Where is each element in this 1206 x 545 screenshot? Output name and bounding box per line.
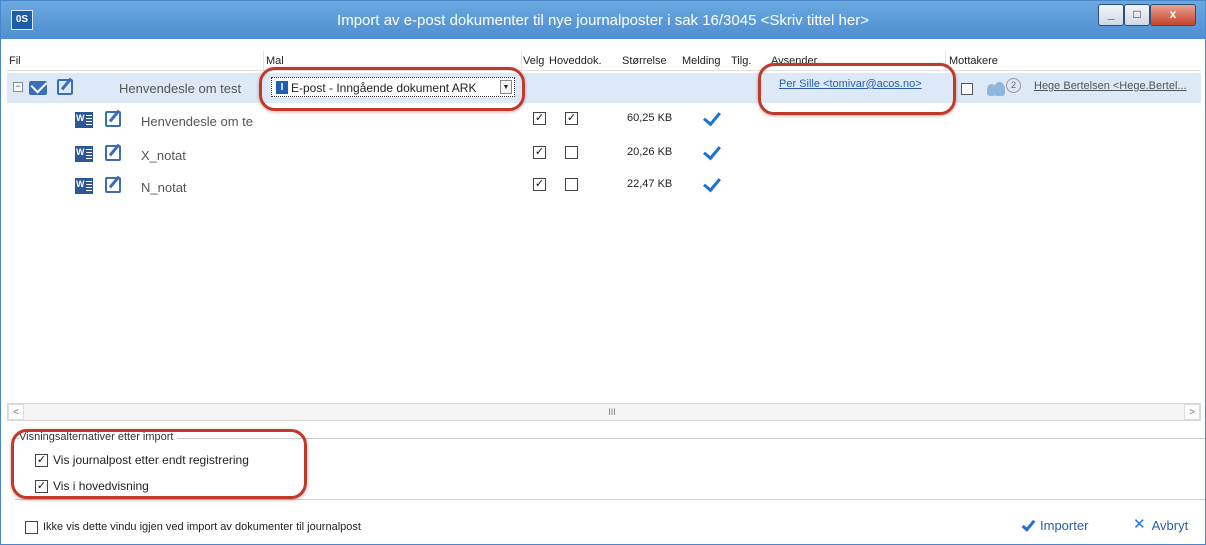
annotation-oval-sender — [758, 63, 956, 115]
col-velg[interactable]: Velg — [523, 55, 544, 67]
file-row[interactable]: Henvendesle om te ✓ ✓ 60,25 KB — [7, 107, 1201, 135]
import-button[interactable]: Importer — [1021, 517, 1089, 533]
group-row[interactable]: − Henvendesle om test — [7, 73, 1201, 103]
window-title: Import av e-post dokumenter til nye jour… — [337, 12, 869, 29]
col-mottakere[interactable]: Mottakere — [949, 55, 998, 67]
velg-checkbox[interactable]: ✓ — [533, 178, 546, 191]
cancel-button[interactable]: ✕ Avbryt — [1133, 516, 1189, 533]
edit-icon[interactable] — [105, 111, 121, 127]
horizontal-scrollbar[interactable]: < III > — [7, 403, 1201, 421]
recipient-checkbox[interactable] — [961, 83, 973, 95]
velg-checkbox[interactable]: ✓ — [533, 112, 546, 125]
col-melding[interactable]: Melding — [682, 55, 721, 67]
check-icon — [1021, 517, 1036, 532]
dont-show-again-label: Ikke vis dette vindu igjen ved import av… — [43, 521, 361, 533]
minimize-button[interactable]: _ — [1098, 4, 1124, 26]
envelope-icon — [29, 81, 47, 95]
close-button[interactable]: x — [1150, 4, 1196, 26]
col-fil[interactable]: Fil — [9, 55, 21, 67]
cancel-label: Avbryt — [1151, 518, 1189, 533]
dont-show-again-checkbox[interactable] — [25, 521, 38, 534]
maximize-button[interactable]: □ — [1124, 4, 1150, 26]
col-separator — [521, 51, 522, 71]
file-row[interactable]: X_notat ✓ 20,26 KB — [7, 141, 1201, 169]
group-label: Henvendesle om test — [119, 81, 242, 96]
file-size: 20,26 KB — [627, 146, 673, 158]
col-separator — [263, 51, 264, 71]
edit-icon[interactable] — [105, 177, 121, 193]
hoveddok-checkbox[interactable] — [565, 178, 578, 191]
check-icon — [703, 141, 721, 161]
col-tilg[interactable]: Tilg. — [731, 55, 751, 67]
file-size: 22,47 KB — [627, 178, 673, 190]
collapse-icon[interactable]: − — [13, 82, 23, 92]
check-icon — [703, 107, 721, 127]
scroll-thumb[interactable]: III — [606, 405, 618, 419]
title-bar: 0S Import av e-post dokumenter til nye j… — [1, 1, 1205, 39]
file-size: 60,25 KB — [627, 112, 673, 124]
people-icon[interactable] — [985, 80, 1007, 96]
file-name: X_notat — [141, 148, 186, 163]
word-document-icon — [75, 178, 93, 194]
scroll-left-icon[interactable]: < — [8, 404, 24, 420]
edit-icon[interactable] — [105, 145, 121, 161]
check-icon — [703, 173, 721, 193]
close-icon: ✕ — [1133, 516, 1146, 533]
velg-checkbox[interactable]: ✓ — [533, 146, 546, 159]
hoveddok-checkbox[interactable] — [565, 146, 578, 159]
word-document-icon — [75, 146, 93, 162]
col-hoveddok[interactable]: Hoveddok. — [549, 55, 602, 67]
annotation-oval-options — [11, 429, 307, 499]
import-dialog: 0S Import av e-post dokumenter til nye j… — [0, 0, 1206, 545]
scroll-right-icon[interactable]: > — [1184, 404, 1200, 420]
word-document-icon — [75, 112, 93, 128]
import-label: Importer — [1040, 518, 1089, 533]
edit-icon[interactable] — [57, 79, 73, 95]
recipient-count-badge: 2 — [1006, 78, 1021, 93]
recipient-link[interactable]: Hege Bertelsen <Hege.Bertel... — [1034, 80, 1187, 92]
file-row[interactable]: N_notat ✓ 22,47 KB — [7, 173, 1201, 201]
file-name: Henvendesle om te — [141, 114, 254, 129]
file-name: N_notat — [141, 180, 187, 195]
column-header: Fil Mal Velg Hoveddok. Størrelse Melding… — [7, 51, 1201, 71]
col-storrelse[interactable]: Størrelse — [622, 55, 667, 67]
annotation-oval-template — [259, 67, 525, 111]
col-mal[interactable]: Mal — [266, 55, 284, 67]
hoveddok-checkbox[interactable]: ✓ — [565, 112, 578, 125]
